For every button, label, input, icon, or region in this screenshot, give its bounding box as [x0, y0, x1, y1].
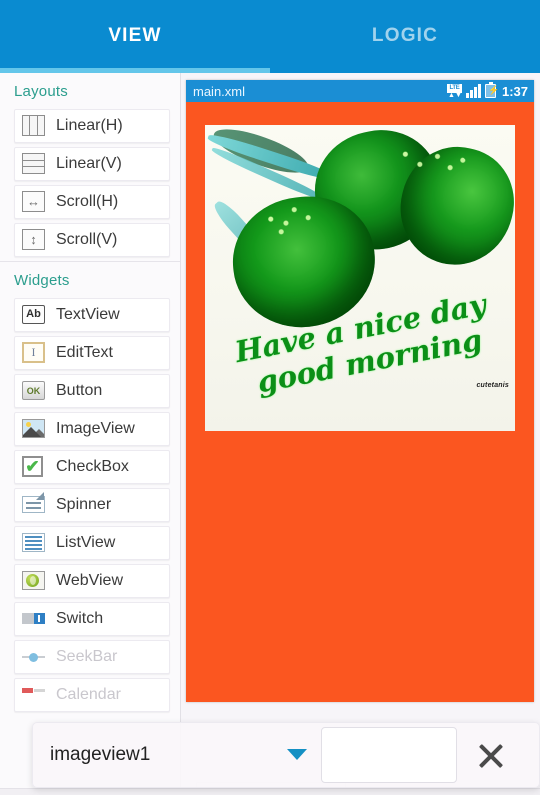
top-tab-bar: VIEW LOGIC	[0, 0, 540, 72]
switch-icon	[21, 607, 47, 631]
palette-item-linear-v[interactable]: Linear(V)	[14, 147, 170, 181]
canvas-imageview1[interactable]: Have a nice day good morning cutetanis	[205, 125, 515, 431]
palette-item-label: Scroll(V)	[56, 231, 118, 248]
palette-item-label: Linear(V)	[56, 155, 122, 172]
lte-up-arrow-icon: ▲	[447, 91, 455, 99]
linear-vertical-icon	[21, 152, 47, 176]
palette-item-label: SeekBar	[56, 648, 118, 665]
edittext-icon: I	[21, 341, 47, 365]
palette-section-title-layouts: Layouts	[14, 83, 68, 100]
palette-item-label: WebView	[56, 572, 123, 589]
palette-item-label: ImageView	[56, 420, 135, 437]
lte-icon: LTE ▲ ▼	[446, 83, 462, 99]
scroll-h-glyph: ↔	[22, 191, 45, 212]
scroll-vertical-icon: ↕	[21, 228, 47, 252]
bottom-strip	[0, 788, 540, 795]
palette-item-switch[interactable]: Switch	[14, 602, 170, 636]
palette-item-spinner[interactable]: Spinner	[14, 488, 170, 522]
seekbar-icon	[21, 645, 47, 669]
property-value-input[interactable]	[321, 727, 457, 783]
layout-canvas[interactable]: Have a nice day good morning cutetanis	[186, 102, 534, 702]
listview-icon	[21, 531, 47, 555]
sketchware-view-editor: VIEW LOGIC Layouts Linear(H) Linear(V) ↔…	[0, 0, 540, 795]
button-icon: OK	[21, 379, 47, 403]
greeting-card-image: Have a nice day good morning cutetanis	[205, 125, 515, 431]
palette-item-label: TextView	[56, 306, 120, 323]
checkbox-glyph: ✔	[22, 456, 43, 477]
palette-item-label: Spinner	[56, 496, 112, 513]
card-greeting-line-2: good morning	[254, 322, 485, 400]
palette-item-edittext[interactable]: I EditText	[14, 336, 170, 370]
palette-section-title-widgets: Widgets	[14, 272, 70, 289]
status-bar-icons: LTE ▲ ▼ ⚡ 1:37	[446, 82, 528, 99]
tab-logic[interactable]: LOGIC	[270, 0, 540, 72]
status-bar-clock: 1:37	[501, 83, 528, 99]
linear-horizontal-icon	[21, 114, 47, 138]
image-watermark: cutetanis	[476, 382, 509, 389]
edittext-glyph: I	[22, 342, 45, 363]
palette-item-imageview[interactable]: ImageView	[14, 412, 170, 446]
scroll-v-glyph: ↕	[22, 229, 45, 250]
scroll-horizontal-icon: ↔	[21, 190, 47, 214]
palette-item-scroll-h[interactable]: ↔ Scroll(H)	[14, 185, 170, 219]
close-icon[interactable]	[463, 727, 519, 783]
chevron-down-icon[interactable]	[287, 749, 307, 760]
imageview-icon	[21, 417, 47, 441]
view-property-overlay[interactable]: imageview1	[32, 722, 540, 788]
button-glyph: OK	[22, 381, 45, 400]
layout-file-name: main.xml	[193, 83, 246, 99]
palette-item-checkbox[interactable]: ✔ CheckBox	[14, 450, 170, 484]
palette-item-label: EditText	[56, 344, 113, 361]
palette-item-label: Switch	[56, 610, 104, 627]
calendar-icon	[21, 683, 47, 707]
palette-item-label: Calendar	[56, 686, 121, 703]
textview-glyph: Ab	[22, 305, 45, 324]
palette-item-scroll-v[interactable]: ↕ Scroll(V)	[14, 223, 170, 257]
preview-status-bar: main.xml LTE ▲ ▼ ⚡ 1:37	[186, 80, 534, 102]
palette-item-listview[interactable]: ListView	[14, 526, 170, 560]
tab-view[interactable]: VIEW	[0, 0, 270, 72]
palette-item-label: ListView	[56, 534, 116, 551]
phone-preview-canvas[interactable]: main.xml LTE ▲ ▼ ⚡ 1:37 Have a nice day …	[186, 80, 534, 702]
palette-item-label: Linear(H)	[56, 117, 123, 134]
webview-icon	[21, 569, 47, 593]
palette-item-textview[interactable]: Ab TextView	[14, 298, 170, 332]
battery-icon: ⚡	[484, 82, 499, 98]
widget-palette-sidebar[interactable]: Layouts Linear(H) Linear(V) ↔ Scroll(H) …	[0, 73, 181, 795]
signal-icon	[465, 84, 481, 98]
palette-item-linear-h[interactable]: Linear(H)	[14, 109, 170, 143]
palette-item-label: Scroll(H)	[56, 193, 119, 210]
lte-down-arrow-icon: ▼	[454, 91, 462, 99]
textview-icon: Ab	[21, 303, 47, 327]
palette-item-label: Button	[56, 382, 103, 399]
spinner-icon	[21, 492, 47, 517]
view-selector-dropdown[interactable]: imageview1	[43, 732, 319, 778]
selected-view-name: imageview1	[50, 744, 151, 765]
palette-item-calendar[interactable]: Calendar	[14, 678, 170, 712]
palette-item-label: CheckBox	[56, 458, 129, 475]
palette-item-webview[interactable]: WebView	[14, 564, 170, 598]
palette-item-button[interactable]: OK Button	[14, 374, 170, 408]
tab-indicator-track	[270, 68, 540, 73]
checkbox-icon: ✔	[21, 455, 47, 479]
palette-item-seekbar[interactable]: SeekBar	[14, 640, 170, 674]
